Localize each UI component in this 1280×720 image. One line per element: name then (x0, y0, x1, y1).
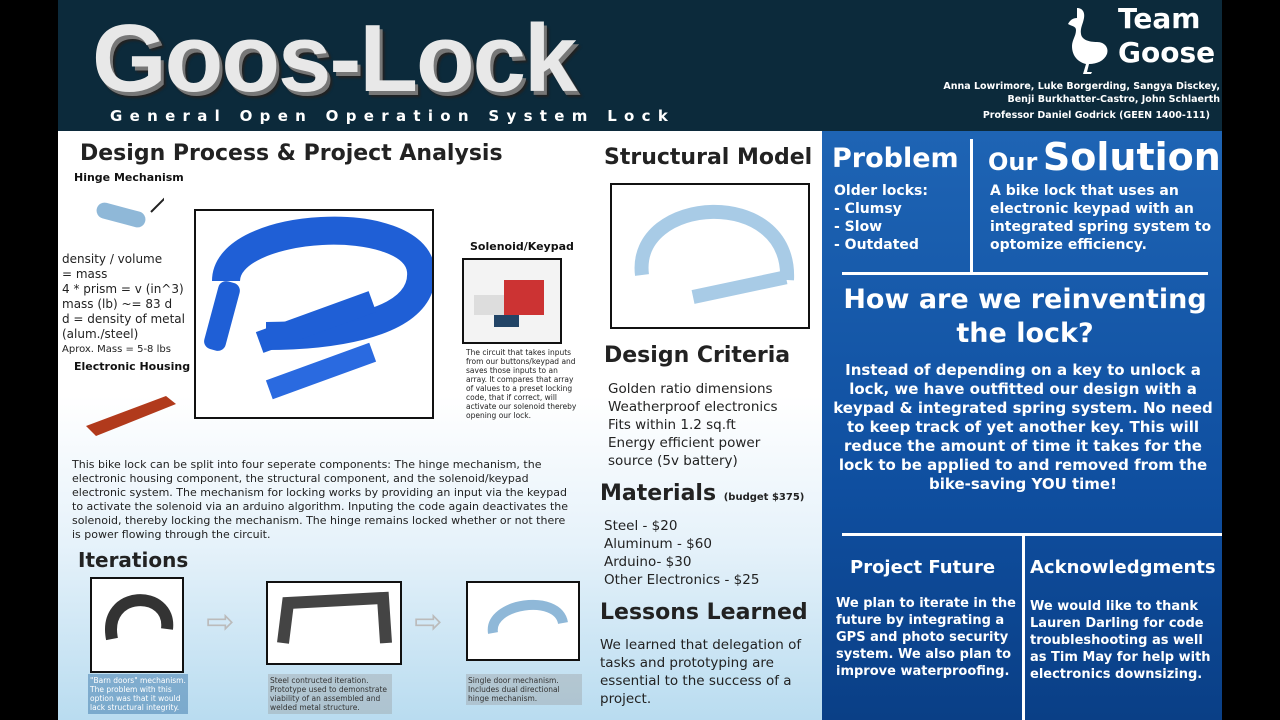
divider (1022, 535, 1025, 720)
criteria-title: Design Criteria (604, 343, 791, 368)
members-line1: Anna Lowrimore, Luke Borgerding, Sangya … (943, 81, 1220, 92)
future-text: We plan to iterate in the future by inte… (836, 596, 1016, 679)
iteration-1-caption: "Barn doors" mechanism. The problem with… (88, 674, 188, 714)
design-title: Design Process & Project Analysis (80, 141, 503, 166)
materials-heading: Materials (600, 481, 717, 506)
structural-title: Structural Model (604, 145, 813, 170)
calc-line: = mass (62, 267, 108, 281)
solenoid-caption: The circuit that takes inputs from our b… (466, 348, 577, 420)
calc-line: 4 * prism = v (in^3) (62, 282, 184, 296)
housing-label: Electronic Housing (74, 360, 191, 373)
iteration-1-image (90, 577, 184, 673)
left-section: Design Process & Project Analysis Hinge … (58, 131, 822, 720)
solution-big: Solution (1042, 135, 1221, 179)
future-title: Project Future (850, 557, 996, 578)
description: This bike lock can be split into four se… (72, 458, 569, 541)
circuit-image (462, 258, 562, 344)
criteria-item: Golden ratio dimensions (608, 381, 773, 397)
criteria-item: Fits within 1.2 sq.ft (608, 417, 736, 433)
criteria-item: source (5v battery) (608, 453, 738, 469)
lessons-text: We learned that delegation of tasks and … (600, 637, 802, 707)
divider (842, 272, 1208, 275)
team-name: Team Goose (1118, 2, 1215, 70)
problem-item: - Clumsy (834, 201, 902, 217)
calc-line: mass (lb) ~= 83 d (62, 297, 173, 311)
team-line1: Team (1118, 2, 1201, 35)
subtitle: General Open Operation System Lock (110, 107, 676, 125)
header: Goos-Lock General Open Operation System … (58, 0, 1222, 131)
criteria-item: Energy efficient power (608, 435, 761, 451)
budget: (budget $375) (723, 492, 805, 503)
criteria-item: Weatherproof electronics (608, 399, 778, 415)
poster: Goos-Lock General Open Operation System … (58, 0, 1222, 720)
materials-list: Steel - $20 Aluminum - $60 Arduino- $30 Oth… (604, 517, 759, 589)
hinge-image (66, 187, 167, 247)
iteration-3-caption: Single door mechanism. Includes dual dir… (466, 674, 582, 705)
calc-line: Aprox. Mass = 5-8 lbs (62, 344, 171, 355)
material-item: Arduino- $30 (604, 554, 692, 570)
problem-title: Problem (832, 143, 959, 174)
arrow-right-icon: ⇨ (414, 602, 443, 642)
iteration-2-caption: Steel contructed iteration. Prototype us… (268, 674, 392, 714)
material-item: Aluminum - $60 (604, 536, 712, 552)
team-line2: Goose (1118, 36, 1216, 69)
iterations-title: Iterations (78, 548, 189, 572)
reinvent-text: Instead of depending on a key to unlock … (833, 361, 1213, 493)
hinge-label: Hinge Mechanism (74, 171, 184, 184)
materials-title: Materials (budget $375) (600, 481, 804, 506)
lessons-title: Lessons Learned (600, 600, 808, 625)
logo: Goos-Lock (92, 5, 577, 112)
problem-lead: Older locks: (834, 183, 928, 199)
problem-item: - Slow (834, 219, 883, 235)
housing-image (66, 376, 186, 446)
iteration-2-image (266, 581, 402, 665)
solenoid-label: Solenoid/Keypad (470, 240, 574, 253)
structural-image (610, 183, 810, 329)
material-item: Other Electronics - $25 (604, 572, 760, 588)
iteration-3-image (466, 581, 580, 661)
mass-calc: density / volume = mass 4 * prism = v (in^… (62, 252, 185, 357)
material-item: Steel - $20 (604, 518, 678, 534)
divider (842, 533, 1222, 536)
calc-line: d = density of metal (62, 312, 185, 326)
calc-line: density / volume (62, 252, 163, 266)
arrow-right-icon: ⇨ (206, 602, 235, 642)
solution-text: A bike lock that uses an electronic keyp… (990, 183, 1212, 253)
lock-render (194, 209, 435, 419)
problem-list: Older locks: - Clumsy - Slow - Outdated (834, 182, 928, 254)
solution-title: Our Solution (988, 135, 1221, 179)
professor: Professor Daniel Godrick (GEEN 1400-111) (982, 110, 1210, 121)
calc-line: (alum./steel) (62, 327, 139, 341)
members: Anna Lowrimore, Luke Borgerding, Sangya … (943, 80, 1220, 106)
divider (970, 139, 973, 273)
ack-text: We would like to thank Lauren Darling fo… (1030, 599, 1211, 682)
criteria-list: Golden ratio dimensions Weatherproof elec… (608, 380, 778, 470)
ack-title: Acknowledgments (1030, 557, 1216, 578)
reinvent-title: How are we reinventing the lock? (843, 284, 1207, 349)
members-line2: Benji Burkhatter-Castro, John Schlaerth (1007, 94, 1220, 105)
right-panel: Problem Older locks: - Clumsy - Slow - Outd… (822, 131, 1222, 720)
problem-item: - Outdated (834, 237, 919, 253)
goose-icon (1068, 8, 1108, 74)
solution-our: Our (988, 148, 1038, 176)
